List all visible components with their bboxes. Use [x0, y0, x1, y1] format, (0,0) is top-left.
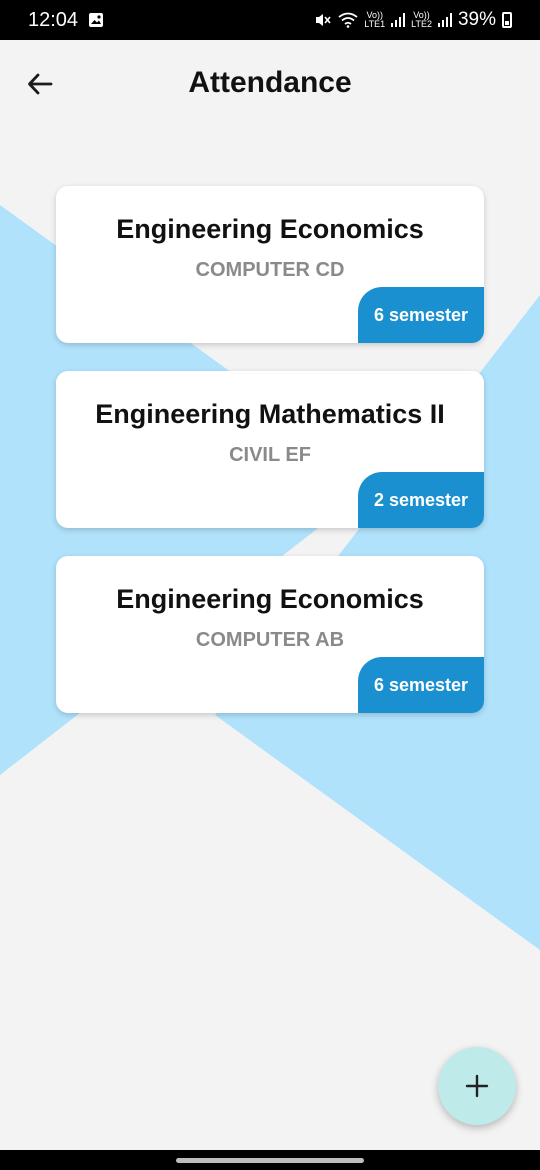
signal-2-icon	[437, 13, 452, 27]
gallery-icon	[89, 13, 104, 27]
sim1-indicator: Vo)) LTE1	[364, 10, 386, 29]
status-time: 12:04	[28, 8, 79, 31]
battery-icon	[502, 12, 512, 28]
system-navigation-bar	[0, 1150, 540, 1170]
course-subject: Engineering Economics	[116, 584, 424, 614]
home-gesture-handle[interactable]	[176, 1158, 364, 1163]
sim2-indicator: Vo)) LTE2	[411, 10, 432, 29]
course-card[interactable]: Engineering Mathematics II CIVIL EF 2 se…	[56, 371, 484, 528]
app-bar: Attendance	[0, 40, 540, 130]
battery-percent: 39%	[457, 9, 496, 30]
course-card[interactable]: Engineering Economics COMPUTER AB 6 seme…	[56, 556, 484, 713]
course-subject: Engineering Economics	[116, 214, 424, 244]
course-group: CIVIL EF	[229, 444, 311, 466]
plus-icon	[465, 1074, 489, 1098]
course-card[interactable]: Engineering Economics COMPUTER CD 6 seme…	[56, 186, 484, 343]
semester-badge: 6 semester	[358, 657, 484, 713]
semester-badge: 2 semester	[358, 472, 484, 528]
mute-icon	[316, 14, 331, 26]
wifi-icon	[338, 12, 358, 28]
signal-1-icon	[391, 13, 406, 27]
course-subject: Engineering Mathematics II	[95, 399, 445, 429]
page-title: Attendance	[188, 66, 352, 99]
add-course-button[interactable]	[438, 1047, 516, 1125]
status-bar: 12:04 Vo)) LTE1 Vo)) LTE2 39%	[0, 0, 540, 40]
course-group: COMPUTER AB	[195, 629, 345, 651]
course-group: COMPUTER CD	[195, 259, 345, 281]
semester-badge: 6 semester	[358, 287, 484, 343]
